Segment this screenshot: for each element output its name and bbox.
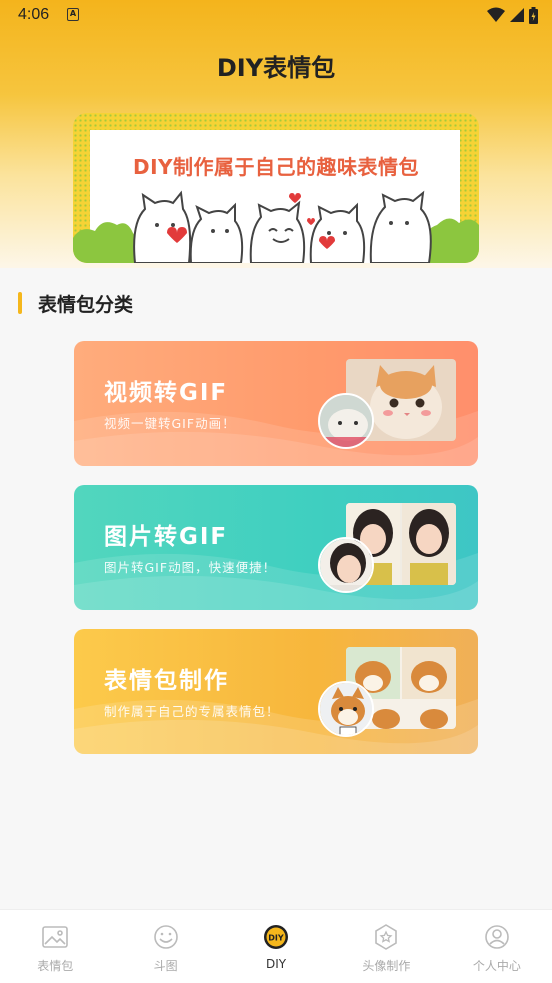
notification-a-icon: A	[67, 8, 79, 21]
tab-diy[interactable]: DIY DIY	[221, 910, 331, 983]
tab-profile[interactable]: 个人中心	[442, 910, 552, 983]
svg-text:DIY: DIY	[268, 934, 284, 943]
status-bar: 4:06 A	[0, 0, 552, 32]
promo-banner[interactable]: DIY制作属于自己的趣味表情包	[73, 113, 479, 263]
cat-illustration	[73, 190, 479, 263]
status-time: 4:06	[18, 6, 50, 23]
status-icons	[487, 6, 538, 24]
avatar-badge-icon	[375, 924, 398, 950]
banner-text: DIY制作属于自己的趣味表情包	[132, 155, 420, 179]
page-title: DIY表情包	[216, 54, 336, 82]
image-icon	[42, 926, 69, 948]
diy-icon: DIY	[264, 925, 289, 949]
tab-label: DIY	[265, 957, 287, 971]
tab-label: 头像制作	[362, 959, 411, 973]
bottom-tab-bar: 表情包 斗图 DIY DIY 头像制作 个人中心	[0, 909, 552, 983]
section-accent-bar	[18, 292, 22, 314]
tab-label: 斗图	[153, 959, 178, 973]
tab-avatar-maker[interactable]: 头像制作	[331, 910, 441, 983]
wifi-icon	[487, 7, 505, 22]
shiba-avatar	[318, 681, 374, 737]
card-title: 表情包制作	[104, 668, 229, 694]
tab-meme[interactable]: 表情包	[0, 910, 110, 983]
section-title: 表情包分类	[38, 293, 134, 316]
user-icon	[485, 925, 509, 949]
image-to-gif-card[interactable]: 图片转GIF 图片转GIF动图，快速便捷！	[74, 485, 478, 610]
tab-doutu[interactable]: 斗图	[110, 910, 220, 983]
video-to-gif-card[interactable]: 视频转GIF 视频一键转GIF动画！	[74, 341, 478, 466]
battery-icon	[529, 6, 538, 24]
card-title: 视频转GIF	[104, 380, 229, 406]
tab-label: 个人中心	[472, 959, 521, 973]
girl-avatar	[318, 537, 374, 593]
cat-avatar	[318, 393, 374, 449]
smile-icon	[153, 925, 178, 949]
card-subtitle: 制作属于自己的专属表情包！	[104, 704, 280, 719]
signal-icon	[510, 8, 524, 22]
section-header: 表情包分类	[18, 290, 133, 316]
card-title: 图片转GIF	[104, 524, 229, 550]
card-subtitle: 视频一键转GIF动画！	[104, 416, 236, 431]
meme-maker-card[interactable]: 表情包制作 制作属于自己的专属表情包！	[74, 629, 478, 754]
card-subtitle: 图片转GIF动图，快速便捷！	[104, 560, 277, 575]
tab-label: 表情包	[37, 959, 74, 973]
